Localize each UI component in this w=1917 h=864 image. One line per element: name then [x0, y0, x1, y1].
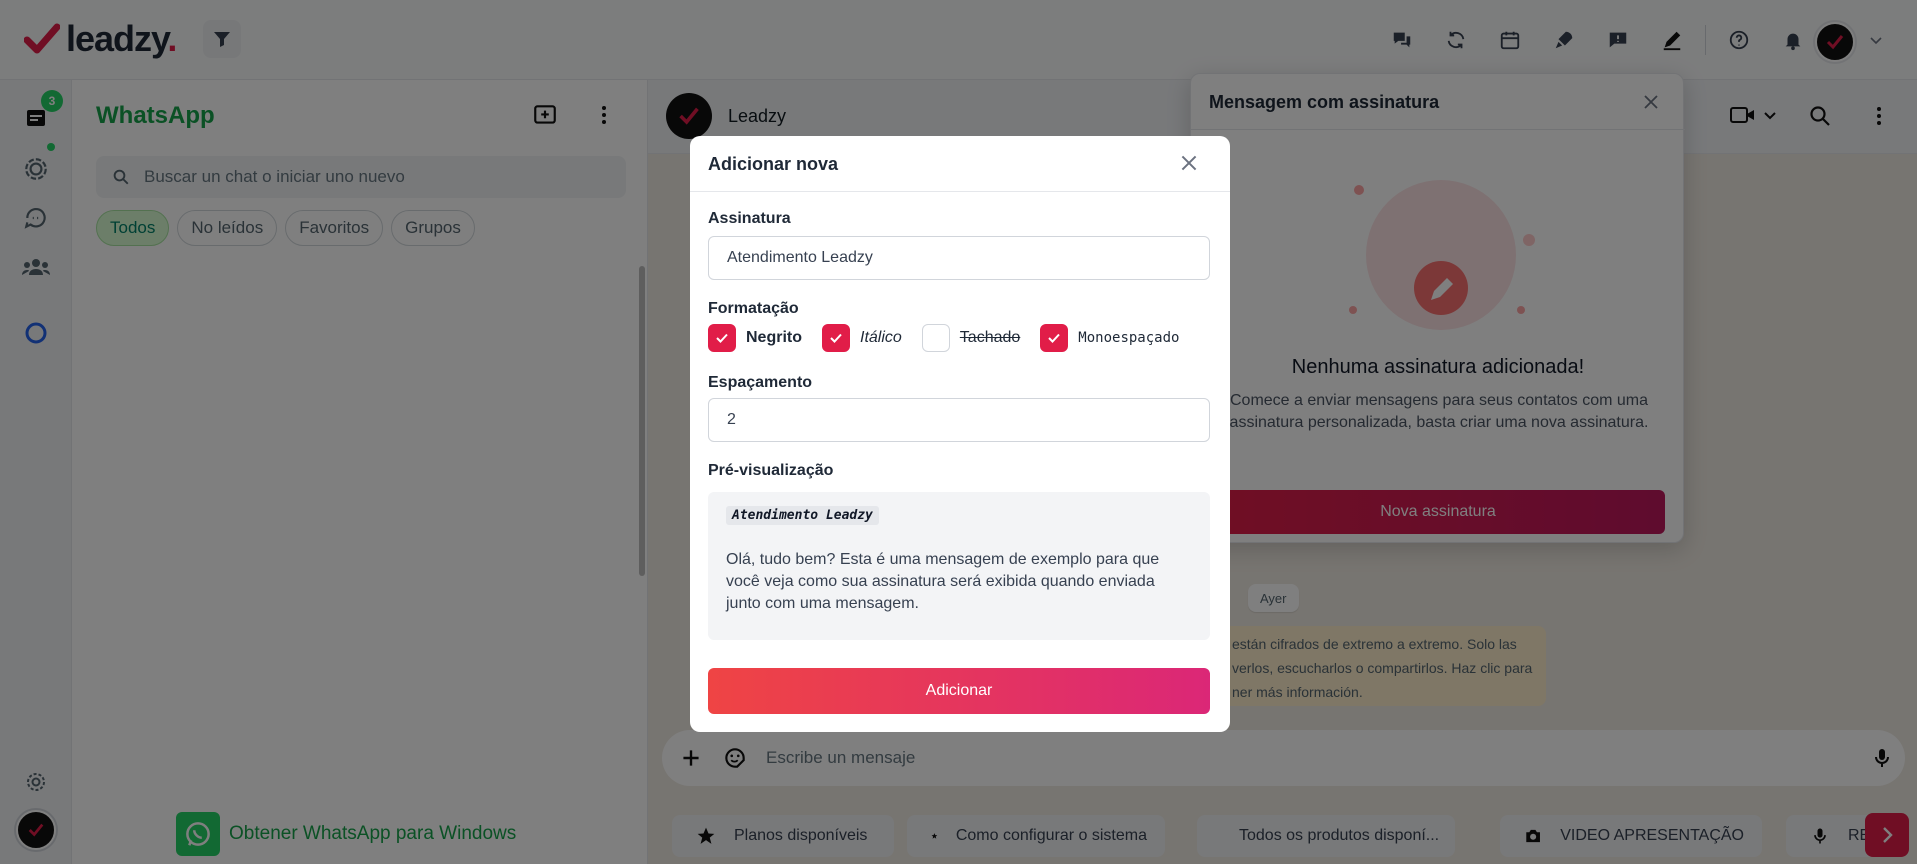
monospace-checkbox[interactable]	[1040, 324, 1069, 352]
add-signature-modal: Adicionar nova Assinatura Atendimento Le…	[690, 136, 1230, 732]
check-icon	[716, 333, 728, 343]
add-button[interactable]: Adicionar	[708, 668, 1210, 714]
strikethrough-checkbox[interactable]	[921, 324, 950, 352]
signature-label: Assinatura	[708, 210, 791, 227]
format-options: Negrito Itálico Tachado Monoespaçado	[708, 324, 1199, 352]
strikethrough-label[interactable]: Tachado	[960, 329, 1021, 347]
check-icon	[830, 333, 842, 343]
spacing-label: Espaçamento	[708, 374, 813, 391]
spacing-input[interactable]: 2	[708, 398, 1210, 442]
preview-box: Atendimento Leadzy Olá, tudo bem? Esta é…	[708, 492, 1210, 640]
check-icon	[1048, 333, 1061, 343]
close-icon[interactable]	[1178, 152, 1200, 174]
modal-title: Adicionar nova	[708, 154, 839, 174]
preview-message: Olá, tudo bem? Esta é uma mensagem de ex…	[726, 551, 1160, 612]
italic-checkbox[interactable]	[822, 324, 850, 352]
format-label: Formatação	[708, 300, 799, 317]
bold-label[interactable]: Negrito	[746, 329, 802, 347]
modal-header: Adicionar nova	[690, 136, 1230, 192]
monospace-label[interactable]: Monoespaçado	[1078, 330, 1179, 346]
preview-signature: Atendimento Leadzy	[726, 506, 879, 525]
bold-checkbox[interactable]	[708, 324, 736, 352]
italic-label[interactable]: Itálico	[860, 329, 902, 347]
signature-input[interactable]: Atendimento Leadzy	[708, 236, 1210, 280]
preview-label: Pré-visualização	[708, 462, 834, 479]
